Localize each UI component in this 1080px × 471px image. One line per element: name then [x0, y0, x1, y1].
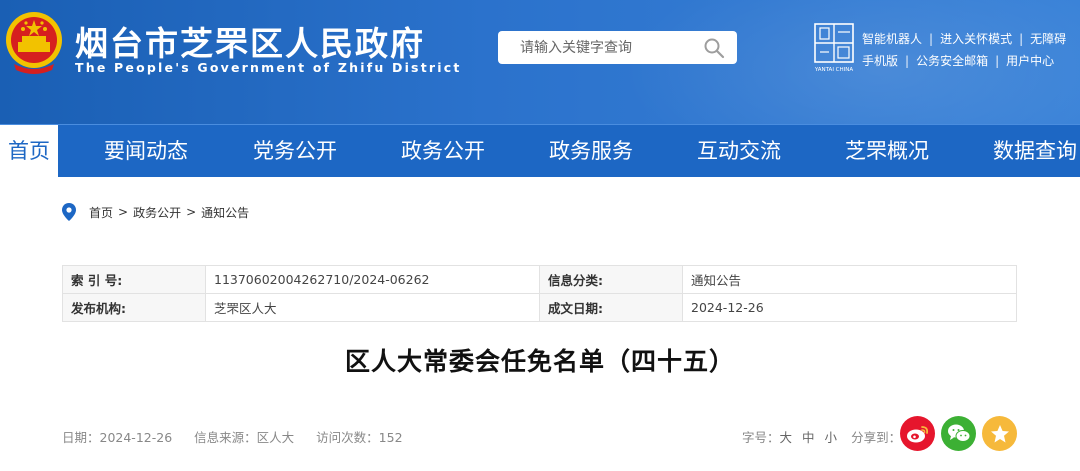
top-links: 智能机器人 | 进入关怀模式 | 无障碍 手机版 | 公务安全邮箱 | 用户中心: [862, 28, 1066, 72]
site-subtitle: The People's Government of Zhifu Distric…: [75, 60, 462, 75]
nav-item-party-affairs[interactable]: 党务公开: [253, 125, 337, 178]
link-official-mail[interactable]: 公务安全邮箱: [916, 50, 988, 72]
main-nav: 首页 要闻动态 党务公开 政务公开 政务服务 互动交流 芝罘概况 数据查询: [0, 124, 1080, 178]
table-row: 索 引 号: 11370602004262710/2024-06262 信息分类…: [62, 265, 1017, 294]
breadcrumb-home[interactable]: 首页: [89, 204, 113, 221]
location-pin-icon: [62, 203, 76, 221]
index-value: 11370602004262710/2024-06262: [205, 265, 540, 294]
search-input[interactable]: [520, 32, 720, 63]
site-title: 烟台市芝罘区人民政府: [75, 24, 425, 63]
site-header: 烟台市芝罘区人民政府 The People's Government of Zh…: [0, 0, 1080, 124]
share-favorite-button[interactable]: [982, 416, 1017, 451]
nav-item-data-query[interactable]: 数据查询: [993, 125, 1077, 178]
date-label: 成文日期:: [539, 293, 683, 322]
index-label: 索 引 号:: [62, 265, 206, 294]
breadcrumb-government-affairs[interactable]: 政务公开: [133, 204, 181, 221]
article-meta: 日期：2024-12-26 信息来源：区人大 访问次数：152: [62, 427, 425, 446]
weibo-icon: [906, 425, 928, 442]
nav-item-government-affairs[interactable]: 政务公开: [401, 125, 485, 178]
article-tools: 字号： 大 中 小 分享到：: [742, 427, 901, 446]
share-label: 分享到：: [851, 430, 902, 445]
meta-date: 日期：2024-12-26: [62, 430, 173, 445]
publisher-value: 芝罘区人大: [205, 293, 540, 322]
search-box: [498, 31, 737, 64]
font-size-large-button[interactable]: 大: [780, 427, 793, 446]
font-size-medium-button[interactable]: 中: [802, 427, 815, 446]
wechat-icon: [947, 424, 970, 442]
nav-item-home[interactable]: 首页: [0, 125, 58, 178]
share-wechat-button[interactable]: [941, 416, 976, 451]
font-size-label: 字号：: [742, 430, 780, 445]
link-user-center[interactable]: 用户中心: [1006, 50, 1054, 72]
link-accessibility[interactable]: 无障碍: [1030, 28, 1066, 50]
nav-item-overview[interactable]: 芝罘概况: [845, 125, 929, 178]
star-icon: [990, 424, 1009, 442]
date-value: 2024-12-26: [682, 293, 1017, 322]
table-row: 发布机构: 芝罘区人大 成文日期: 2024-12-26: [62, 293, 1017, 322]
link-mobile[interactable]: 手机版: [862, 50, 898, 72]
meta-views: 访问次数：152: [316, 430, 403, 445]
link-care-mode[interactable]: 进入关怀模式: [940, 28, 1012, 50]
font-size-small-button[interactable]: 小: [825, 427, 838, 446]
category-label: 信息分类:: [539, 265, 683, 294]
share-weibo-button[interactable]: [900, 416, 935, 451]
breadcrumb: 首页 > 政务公开 > 通知公告: [62, 203, 249, 221]
meta-source: 信息来源：区人大: [194, 430, 295, 445]
category-value: 通知公告: [682, 265, 1017, 294]
national-emblem-icon: [6, 12, 62, 74]
nav-item-government-services[interactable]: 政务服务: [549, 125, 633, 178]
document-info-table: 索 引 号: 11370602004262710/2024-06262 信息分类…: [62, 265, 1017, 322]
nav-item-interaction[interactable]: 互动交流: [697, 125, 781, 178]
search-icon[interactable]: [703, 37, 725, 59]
article-title: 区人大常委会任免名单（四十五）: [344, 347, 735, 376]
city-logo-text: YANTAI CHINA: [814, 67, 854, 73]
breadcrumb-notices[interactable]: 通知公告: [201, 204, 249, 221]
link-robot[interactable]: 智能机器人: [862, 28, 922, 50]
nav-item-news[interactable]: 要闻动态: [104, 125, 188, 178]
publisher-label: 发布机构:: [62, 293, 206, 322]
yantai-logo-icon: YANTAI CHINA: [814, 23, 854, 73]
